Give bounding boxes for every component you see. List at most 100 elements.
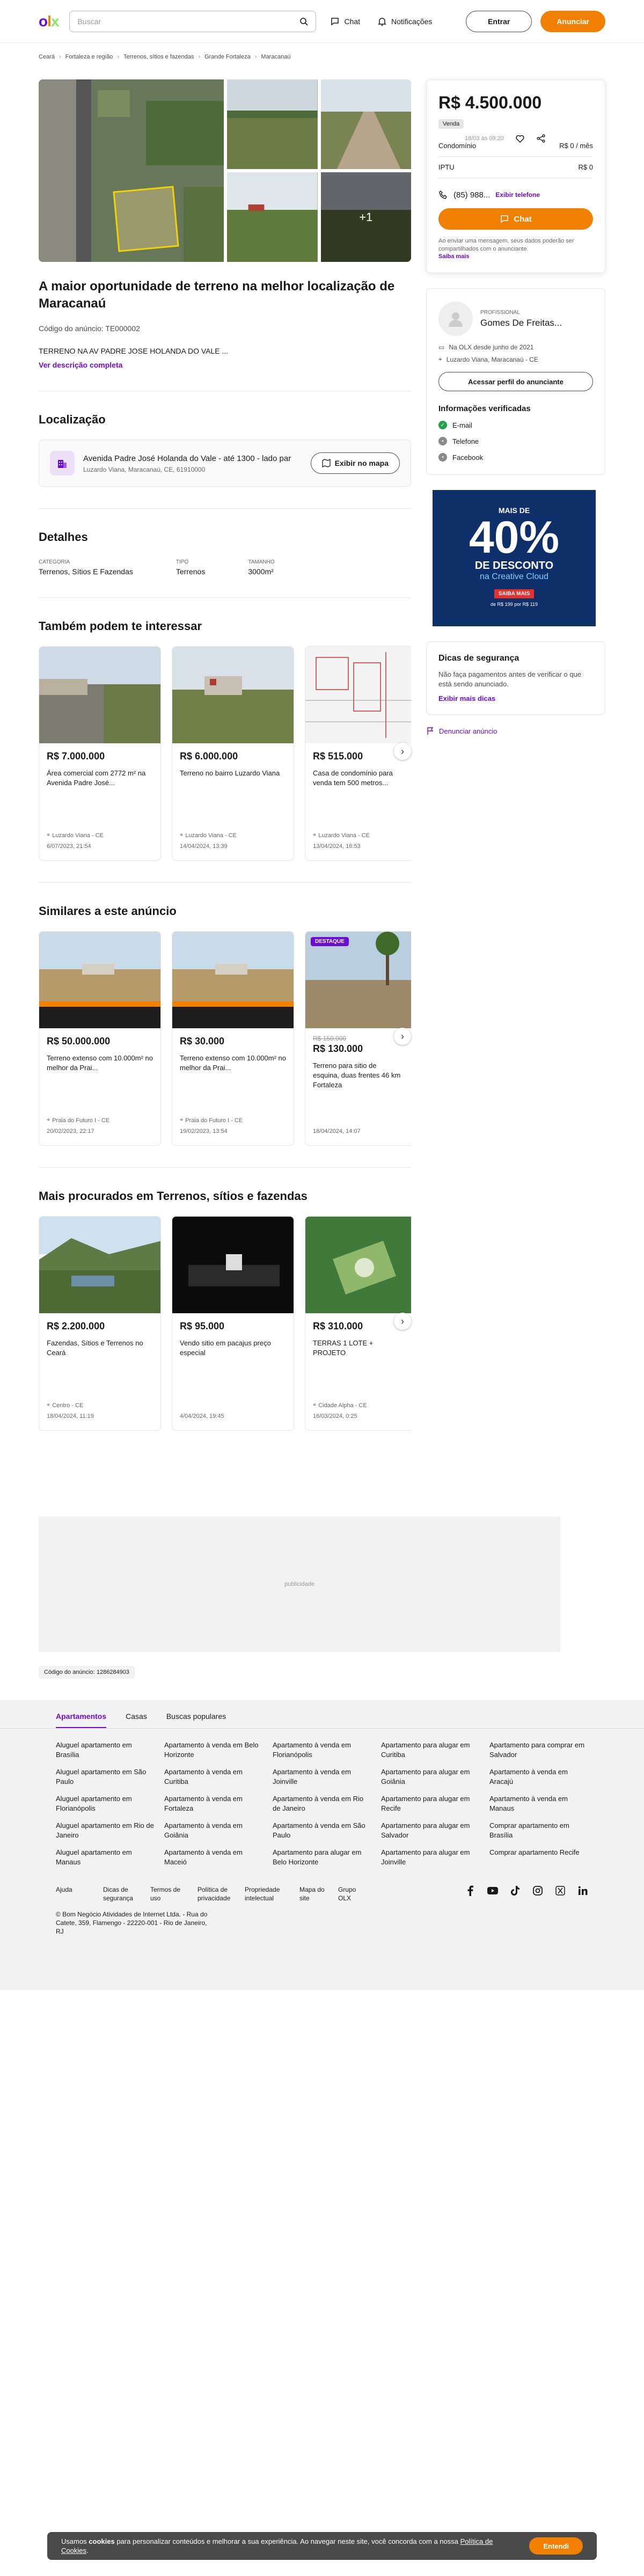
footer-link[interactable]: Aluguel apartamento em São Paulo — [56, 1767, 155, 1787]
card-title: Terreno extenso com 10.000m² no melhor d… — [47, 1054, 153, 1072]
more-tips-link[interactable]: Exibir mais dicas — [438, 694, 593, 702]
footer-link[interactable]: Apartamento para alugar em Salvador — [381, 1821, 480, 1840]
footer-link[interactable]: Termos de uso — [150, 1885, 186, 1902]
breadcrumb-item[interactable]: Terrenos, sítios e fazendas — [123, 54, 194, 60]
breadcrumb-item[interactable]: Fortaleza e região — [65, 54, 113, 60]
popular-heading: Mais procurados em Terrenos, sítios e fa… — [39, 1189, 308, 1203]
sidebar-ad-banner[interactable]: MAIS DE 40% DE DESCONTO na Creative Clou… — [433, 490, 596, 626]
learn-more-link[interactable]: Saiba mais — [438, 253, 593, 260]
footer-link[interactable]: Aluguel apartamento em Brasília — [56, 1740, 155, 1760]
login-button[interactable]: Entrar — [466, 10, 532, 32]
listing-card[interactable]: R$ 6.000.000 Terreno no bairro Luzardo V… — [172, 646, 294, 861]
listing-code: Código do anúncio: TE000002 — [39, 324, 140, 333]
footer-link[interactable]: Apartamento para alugar em Joinville — [381, 1848, 480, 1867]
pin-icon: ⌖ — [180, 832, 184, 838]
footer-link[interactable]: Dicas de segurança — [103, 1885, 138, 1902]
chat-link[interactable]: Chat — [327, 17, 363, 26]
notifications-link[interactable]: Notificações — [374, 17, 435, 26]
footer-link[interactable]: Apartamento à venda em Manaus — [489, 1794, 588, 1813]
pin-icon: ⌖ — [47, 1117, 50, 1123]
seller-profile-button[interactable]: Acessar perfil do anunciante — [438, 372, 593, 391]
footer-link[interactable]: Apartamento para comprar em Salvador — [489, 1740, 588, 1760]
footer-link[interactable]: Grupo OLX — [338, 1885, 365, 1902]
listing-card[interactable]: R$ 30.000 Terreno extenso com 10.000m² n… — [172, 931, 294, 1146]
cost-row: Condomínio R$ 0 / mês — [438, 135, 593, 157]
footer-link[interactable]: Política de privacidade — [197, 1885, 233, 1902]
popular-carousel: R$ 2.200.000 Fazendas, Sítios e Terrenos… — [39, 1216, 411, 1431]
ad-sub2-text: na Creative Cloud — [479, 572, 549, 581]
listing-card[interactable]: R$ 2.200.000 Fazendas, Sítios e Terrenos… — [39, 1216, 161, 1431]
gallery-thumb[interactable] — [320, 79, 411, 169]
carousel-next-button[interactable]: › — [394, 1313, 411, 1330]
show-map-button[interactable]: Exibir no mapa — [310, 452, 400, 474]
footer-link[interactable]: Aluguel apartamento em Manaus — [56, 1848, 155, 1867]
gallery-thumb[interactable] — [227, 79, 318, 169]
footer-link[interactable]: Apartamento à venda em Curitiba — [164, 1767, 263, 1787]
safety-tips-box: Dicas de segurança Não faça pagamentos a… — [426, 641, 605, 715]
listing-card[interactable]: R$ 7.000.000 Área comercial com 2772 m² … — [39, 646, 161, 861]
footer-link[interactable]: Apartamento à venda em Joinville — [273, 1767, 371, 1787]
footer-link[interactable]: Comprar apartamento Recife — [489, 1848, 588, 1867]
breadcrumb-item[interactable]: Maracanaú — [261, 54, 290, 60]
search-input[interactable]: Buscar — [69, 10, 317, 32]
footer-link[interactable]: Propriedade intelectual — [245, 1885, 288, 1902]
ad-cta[interactable]: SAIBA MAIS — [494, 589, 535, 598]
facebook-icon[interactable] — [465, 1885, 475, 1896]
gallery-main-photo[interactable] — [39, 79, 224, 262]
carousel-next-button[interactable]: › — [394, 1028, 411, 1045]
card-price: R$ 95.000 — [180, 1321, 225, 1331]
cookie-accept-button[interactable]: Entendi — [529, 2537, 583, 2555]
footer-link[interactable]: Apartamento para alugar em Belo Horizont… — [273, 1848, 371, 1867]
show-phone-link[interactable]: Exibir telefone — [495, 191, 540, 199]
footer-link[interactable]: Apartamento para alugar em Recife — [381, 1794, 480, 1813]
footer-link[interactable]: Apartamento à venda em Belo Horizonte — [164, 1740, 263, 1760]
footer-link[interactable]: Apartamento à venda em Florianópolis — [273, 1740, 371, 1760]
sell-button[interactable]: Anunciar — [540, 10, 605, 32]
seller-place-text: Luzardo Viana, Maracanaú - CE — [446, 355, 538, 363]
footer-link[interactable]: Apartamento à venda em São Paulo — [273, 1821, 371, 1840]
cost-label: Condomínio — [438, 142, 477, 150]
footer-link[interactable]: Apartamento para alugar em Goiânia — [381, 1767, 480, 1787]
full-description-link[interactable]: Ver descrição completa — [39, 361, 411, 369]
footer-link[interactable]: Apartamento à venda em Maceió — [164, 1848, 263, 1867]
card-old-price: R$ 150.000 — [313, 1035, 347, 1042]
listing-card[interactable]: R$ 50.000.000 Terreno extenso com 10.000… — [39, 931, 161, 1146]
footer-link[interactable]: Apartamento à venda em Rio de Janeiro — [273, 1794, 371, 1813]
youtube-icon[interactable] — [487, 1885, 498, 1896]
footer-link[interactable]: Aluguel apartamento em Florianópolis — [56, 1794, 155, 1813]
card-title: Terreno extenso com 10.000m² no melhor d… — [180, 1054, 286, 1072]
tiktok-icon[interactable] — [510, 1885, 521, 1896]
instagram-icon[interactable] — [532, 1885, 543, 1896]
report-link[interactable]: Denunciar anúncio — [426, 727, 605, 735]
search-icon[interactable] — [299, 17, 309, 26]
seller-name[interactable]: Gomes De Freitas... — [480, 318, 562, 328]
verified-item: • Facebook — [438, 453, 593, 462]
footer-tab-apartamentos[interactable]: Apartamentos — [56, 1712, 107, 1728]
listing-card[interactable]: R$ 95.000 Vendo sitio em pacajus preço e… — [172, 1216, 294, 1431]
sidebar: R$ 4.500.000 Venda Condomínio R$ 0 / mês … — [426, 79, 605, 735]
footer-link[interactable]: Apartamento à venda em Fortaleza — [164, 1794, 263, 1813]
footer-link[interactable]: Apartamento para alugar em Curitiba — [381, 1740, 480, 1760]
footer-tab-buscas[interactable]: Buscas populares — [166, 1712, 226, 1728]
breadcrumb-item[interactable]: Ceará — [39, 54, 55, 60]
gallery-thumb-more[interactable]: +1 — [320, 172, 411, 262]
footer-link[interactable]: Aluguel apartamento em Rio de Janeiro — [56, 1821, 155, 1840]
footer-link[interactable]: Apartamento à venda em Goiânia — [164, 1821, 263, 1840]
breadcrumb-item[interactable]: Grande Fortaleza — [204, 54, 251, 60]
footer-tab-casas[interactable]: Casas — [126, 1712, 147, 1728]
footer-link[interactable]: Mapa do site — [299, 1885, 326, 1902]
detail-item: Tamanho 3000m² — [248, 559, 274, 576]
linkedin-icon[interactable] — [577, 1885, 588, 1896]
footer-link[interactable]: Ajuda — [56, 1885, 91, 1894]
card-location: ⌖ Centro - CE — [47, 1402, 83, 1409]
chat-button[interactable]: Chat — [438, 208, 593, 230]
gallery-thumb[interactable] — [227, 172, 318, 262]
olx-logo[interactable]: olx — [39, 13, 59, 30]
carousel-next-button[interactable]: › — [394, 743, 411, 760]
card-location: ⌖ Luzardo Viana - CE — [180, 832, 237, 839]
card-location-text: Luzardo Viana - CE — [52, 832, 104, 839]
privacy-note: Ao enviar uma mensagem, seus dados poder… — [438, 238, 574, 252]
footer-link[interactable]: Apartamento à venda em Aracajú — [489, 1767, 588, 1787]
footer-link[interactable]: Comprar apartamento em Brasília — [489, 1821, 588, 1840]
x-twitter-icon[interactable] — [555, 1885, 566, 1896]
